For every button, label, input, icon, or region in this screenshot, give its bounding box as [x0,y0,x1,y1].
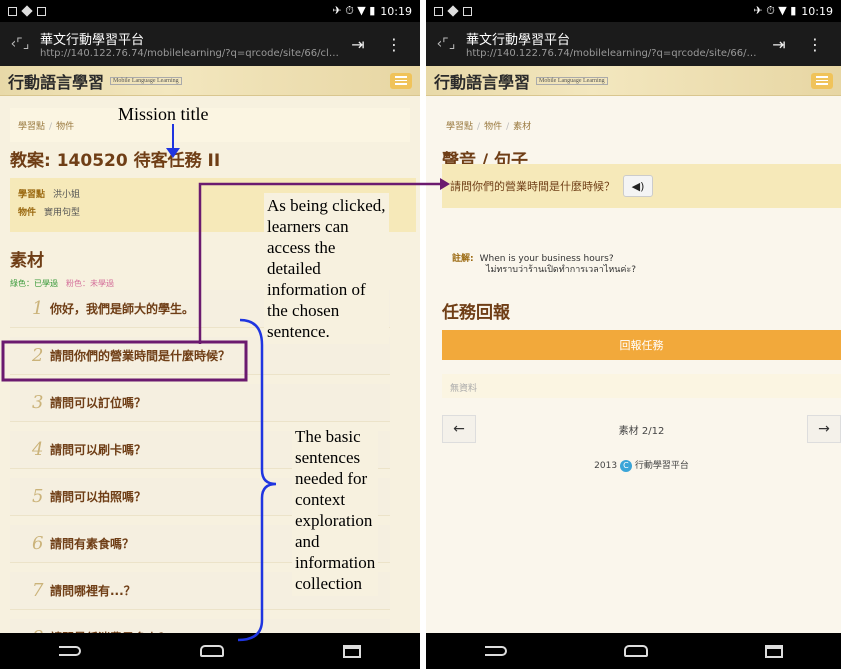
breadcrumb-item[interactable]: 素材 [513,122,531,132]
status-icons: ✈ ⏱ ▼ ▮ [332,4,376,17]
recent-apps-icon[interactable] [764,644,783,658]
mission-title: 教案: 140520 待客任務 II [10,151,221,171]
page-url: http://140.122.76.74/mobilelearning/?q=q… [466,48,761,59]
exit-icon[interactable]: ⇥ [340,35,376,54]
list-item[interactable]: 3 請問可以訂位嗎？ [10,384,390,422]
navigation-bar [0,633,420,669]
breadcrumb-item[interactable]: 物件 [56,122,74,132]
info-value: 洪小姐 [53,190,81,200]
report-mission-button[interactable]: 回報任務 [442,330,841,360]
page-url: http://140.122.76.74/mobilelearning/?q=q… [40,48,340,59]
location-icon [447,5,459,17]
note: 註解: When is your business hours? ไม่ทราบว… [452,254,636,276]
location-icon [21,5,33,17]
legend: 綠色：已學過 粉色：未學過 [10,278,114,289]
note-label: 註解: [452,254,474,264]
note-thai: ไม่ทราบว่าร้านเปิดทำการเวลาไหนค่ะ? [486,265,637,275]
copyright-icon: C [619,460,632,472]
legend-learned: 綠色：已學過 [10,279,58,288]
breadcrumb: 學習點 / 物件 [10,108,410,142]
navigation-bar [426,633,841,669]
breadcrumb-item[interactable]: 學習點 [18,122,45,132]
app-logo-icon[interactable]: ‹⌜⌟ [434,34,458,54]
info-key: 學習點 [18,190,46,200]
status-icons: ✈ ⏱ ▼ ▮ [753,4,797,17]
action-bar: ‹⌜⌟ 華文行動學習平台 http://140.122.76.74/mobile… [426,22,841,66]
brand-subtitle: Mobile Language Learning [536,76,608,85]
no-data-text: 無資料 [442,374,841,398]
app-title: 華文行動學習平台 [40,33,145,48]
sentence-text: 請問你們的營業時間是什麼時候？ [450,180,615,193]
pager-label: 素材 2/12 [618,425,665,437]
screenshot-icon [434,6,443,16]
brand-title: 行動語言學習 [8,72,105,92]
arrow-left-icon[interactable]: ← [442,415,476,443]
report-title: 任務回報 [442,303,510,323]
app-logo-icon[interactable]: ‹⌜⌟ [8,34,32,54]
breadcrumb-item[interactable]: 物件 [484,122,502,132]
annotation-mission-title: Mission title [118,104,209,124]
image-icon [37,6,46,16]
sentence-box: 請問你們的營業時間是什麼時候？ ◀) [442,164,841,208]
brand-title: 行動語言學習 [434,72,531,92]
speaker-icon[interactable]: ◀) [623,175,653,197]
hamburger-menu-icon[interactable] [811,72,833,89]
status-bar: ✈ ⏱ ▼ ▮ 10:19 [0,0,420,22]
back-icon[interactable] [59,646,82,656]
exit-icon[interactable]: ⇥ [761,35,797,54]
legend-unlearned: 粉色：未學過 [66,279,114,288]
brand-banner: 行動語言學習 Mobile Language Learning [0,66,420,96]
section-title: 素材 [10,251,44,271]
home-icon[interactable] [623,645,648,657]
annotation-clicked: As being clicked, learners can access th… [264,193,389,344]
brand-banner: 行動語言學習 Mobile Language Learning [426,66,841,96]
hamburger-menu-icon[interactable] [390,72,412,89]
overflow-menu-icon[interactable]: ⋮ [797,35,833,54]
note-english: When is your business hours? [479,254,614,264]
screenshot-icon [8,6,17,16]
footer: 2013 C 行動學習平台 [594,460,689,472]
recent-apps-icon[interactable] [342,644,361,658]
right-phone-screen: ✈ ⏱ ▼ ▮ 10:19 ‹⌜⌟ 華文行動學習平台 http://140.122… [426,0,841,669]
breadcrumb-item[interactable]: 學習點 [446,122,473,132]
breadcrumb: 學習點 / 物件 / 素材 [446,122,532,132]
status-bar: ✈ ⏱ ▼ ▮ 10:19 [426,0,841,22]
brand-subtitle: Mobile Language Learning [110,76,182,85]
annotation-basic-sentences: The basic sentences needed for context e… [292,424,379,596]
back-icon[interactable] [484,646,507,656]
pager: ← 素材 2/12 → [442,414,841,444]
info-key: 物件 [18,208,37,218]
image-icon [463,6,472,16]
home-icon[interactable] [199,645,224,657]
info-value: 實用句型 [44,208,81,218]
action-bar: ‹⌜⌟ 華文行動學習平台 http://140.122.76.74/mobile… [0,22,420,66]
arrow-right-icon[interactable]: → [806,415,841,443]
app-title: 華文行動學習平台 [466,33,571,48]
clock: 10:19 [380,4,412,18]
overflow-menu-icon[interactable]: ⋮ [376,35,412,54]
clock: 10:19 [801,4,833,18]
